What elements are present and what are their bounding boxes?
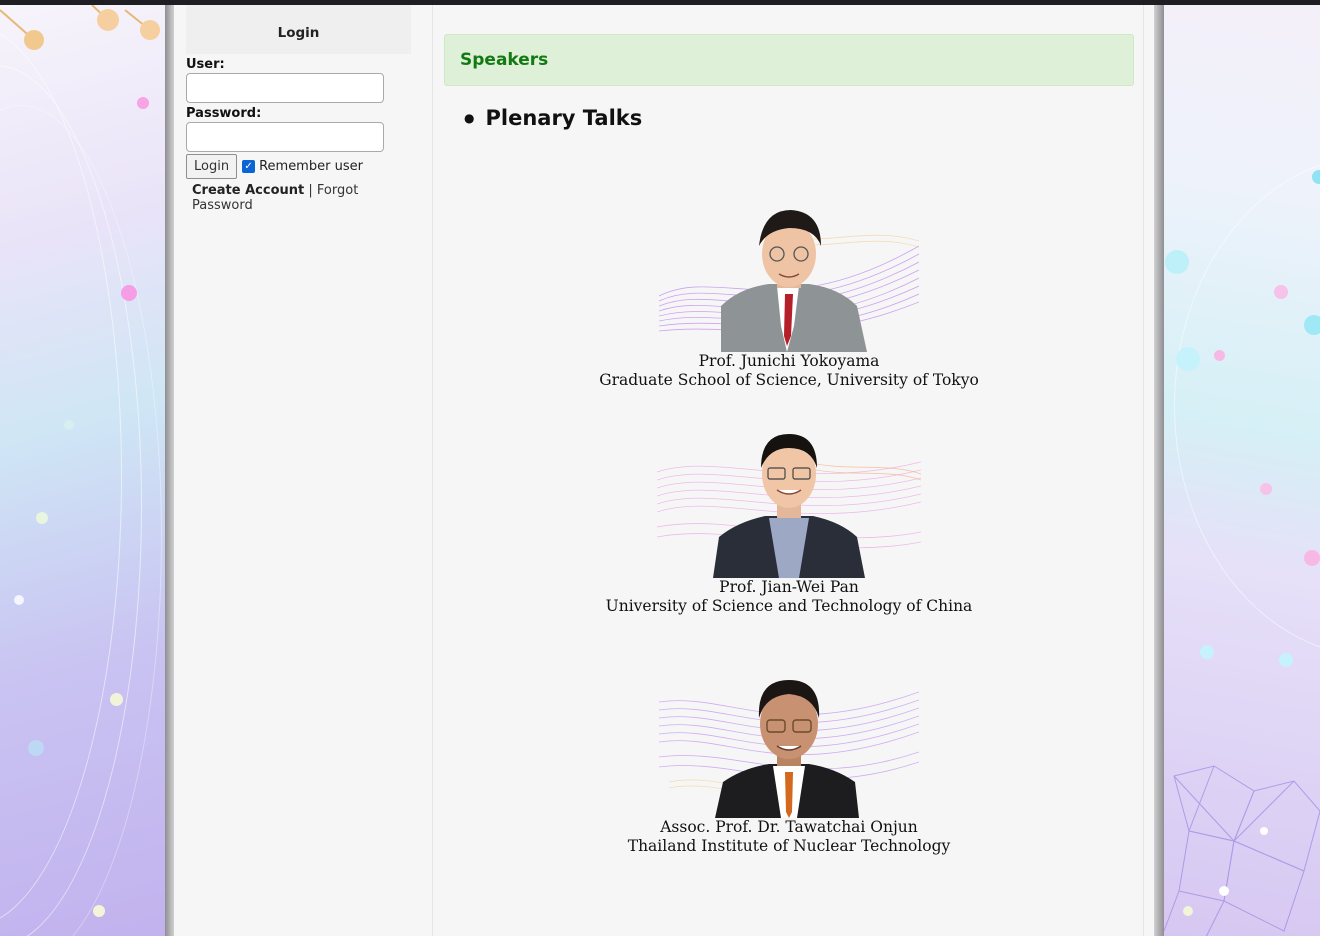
right-background-decoration	[1164, 5, 1320, 936]
speaker-affiliation: Thailand Institute of Nuclear Technology	[627, 837, 951, 855]
speaker-card: Prof. Jian-Wei Pan University of Science…	[444, 432, 1134, 616]
column-divider	[432, 5, 433, 936]
password-label: Password:	[186, 106, 262, 121]
login-panel: Login User: Password: Login ✓ Remember u…	[186, 5, 411, 213]
speaker-photo	[657, 432, 921, 578]
speaker-name: Assoc. Prof. Dr. Tawatchai Onjun	[660, 818, 918, 836]
speaker-affiliation: Graduate School of Science, University o…	[599, 371, 979, 389]
speaker-card: Assoc. Prof. Dr. Tawatchai Onjun Thailan…	[444, 672, 1134, 856]
speakers-header: Speakers	[444, 34, 1134, 86]
link-separator: |	[308, 183, 313, 198]
speaker-card: Prof. Junichi Yokoyama Graduate School o…	[444, 206, 1134, 390]
bullet-icon: ●	[464, 111, 475, 125]
login-title: Login	[186, 5, 411, 54]
speaker-photo	[659, 672, 919, 818]
content-right-border	[1143, 5, 1144, 936]
remember-user-checkbox[interactable]: ✓	[242, 160, 256, 173]
speaker-affiliation: University of Science and Technology of …	[605, 597, 973, 615]
next-heading-cutoff	[482, 928, 592, 936]
password-input[interactable]	[186, 122, 384, 152]
page-frame-left	[165, 5, 174, 936]
network-lines-decoration	[0, 5, 160, 50]
login-button[interactable]: Login	[186, 154, 238, 179]
geometric-mesh-decoration	[1164, 765, 1320, 936]
user-input[interactable]	[186, 73, 384, 103]
speakers-header-text: Speakers	[460, 50, 549, 70]
remember-user-label[interactable]: Remember user	[259, 159, 363, 174]
left-background-decoration	[0, 5, 165, 936]
speaker-name: Prof. Jian-Wei Pan	[719, 578, 859, 596]
login-actions: Login ✓ Remember user	[186, 154, 411, 179]
create-account-link[interactable]: Create Account	[192, 183, 304, 198]
account-links: Create Account | Forgot Password	[186, 183, 411, 213]
page-frame-right	[1154, 5, 1164, 936]
plenary-talks-label: Plenary Talks	[485, 106, 643, 130]
speaker-photo	[659, 206, 919, 352]
speaker-name: Prof. Junichi Yokoyama	[698, 352, 880, 370]
user-label: User:	[186, 57, 225, 72]
plenary-talks-heading: ● Plenary Talks	[464, 106, 642, 130]
